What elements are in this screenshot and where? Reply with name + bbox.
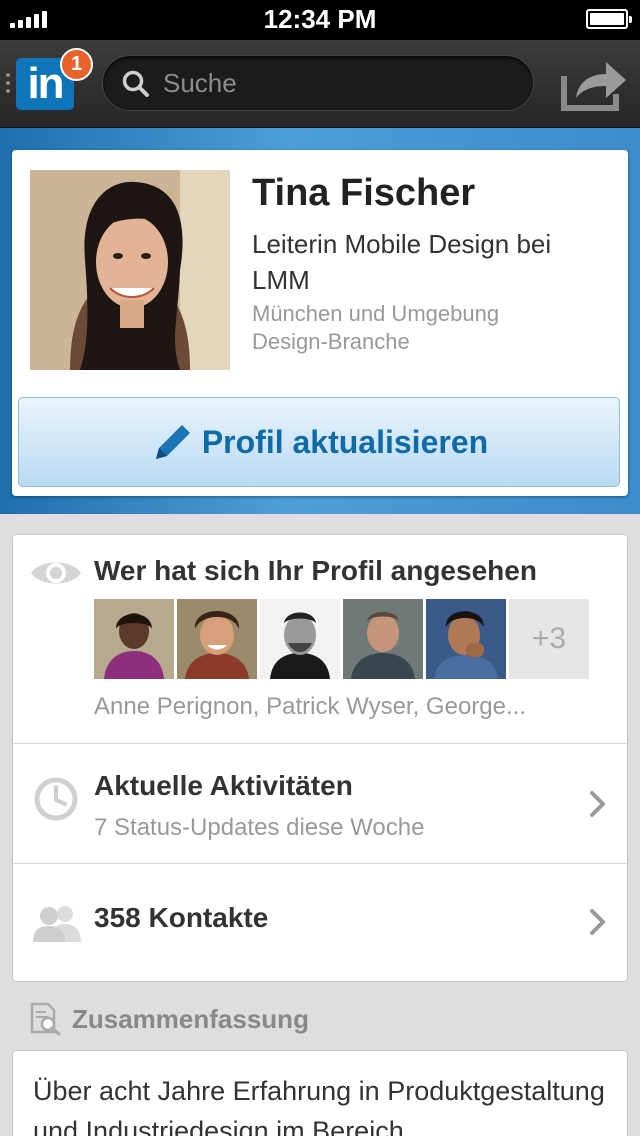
profile-card: Tina Fischer Leiterin Mobile Design bei … [12,150,628,496]
summary-text: Über acht Jahre Erfahrung in Produktgest… [33,1076,605,1136]
viewer-avatars: +3 [94,599,589,679]
viewer-avatar[interactable] [94,599,174,679]
profile-name: Tina Fischer [252,172,476,214]
status-time: 12:34 PM [263,4,377,34]
search-icon [122,70,149,97]
notification-badge[interactable]: 1 [60,48,93,81]
contacts-label: 358 Kontakte [94,902,269,933]
share-button[interactable] [560,54,630,112]
summary-title: Zusammenfassung [72,1003,309,1034]
summary-card[interactable]: Über acht Jahre Erfahrung in Produktgest… [12,1050,628,1136]
profile-industry: Design-Branche [252,329,410,354]
viewers-names: Anne Perignon, Patrick Wyser, George... [94,693,526,720]
battery-icon [586,9,632,29]
recent-activity-row[interactable]: Aktuelle Aktivitäten 7 Status-Updates di… [13,744,627,864]
profile-headline: Leiterin Mobile Design bei LMM [252,229,552,295]
menu-handle-icon[interactable] [6,73,10,97]
viewer-avatar[interactable] [343,599,423,679]
status-bar: 12:34 PM [0,0,640,40]
activity-title: Aktuelle Aktivitäten [94,770,353,801]
contacts-row[interactable]: 358 Kontakte [13,864,627,981]
viewer-avatar[interactable] [177,599,257,679]
top-navbar: in 1 [0,40,640,128]
more-viewers-count[interactable]: +3 [509,599,589,679]
profile-location-block: München und Umgebung Design-Branche [252,300,499,356]
pencil-icon [155,425,190,459]
search-bar[interactable] [102,55,534,111]
search-input[interactable] [163,64,513,102]
profile-stats-card: Wer hat sich Ihr Profil angesehen +3 Ann… [12,534,628,982]
chevron-right-icon [590,909,605,935]
profile-photo[interactable] [30,170,230,370]
activity-subtitle: 7 Status-Updates diese Woche [94,814,425,841]
profile-location: München und Umgebung [252,301,500,326]
eye-icon [31,562,81,584]
clock-icon [34,777,78,821]
viewer-avatar[interactable] [426,599,506,679]
profile-viewers-row[interactable]: Wer hat sich Ihr Profil angesehen +3 Ann… [13,535,627,744]
update-profile-button[interactable]: Profil aktualisieren [18,397,620,487]
update-profile-label: Profil aktualisieren [201,423,489,460]
contacts-icon [33,906,81,942]
chevron-right-icon [590,791,605,817]
summary-document-icon [30,1002,61,1036]
summary-header: Zusammenfassung [28,1002,309,1036]
viewers-title: Wer hat sich Ihr Profil angesehen [94,555,537,586]
share-icon [561,62,626,111]
viewer-avatar[interactable] [260,599,340,679]
